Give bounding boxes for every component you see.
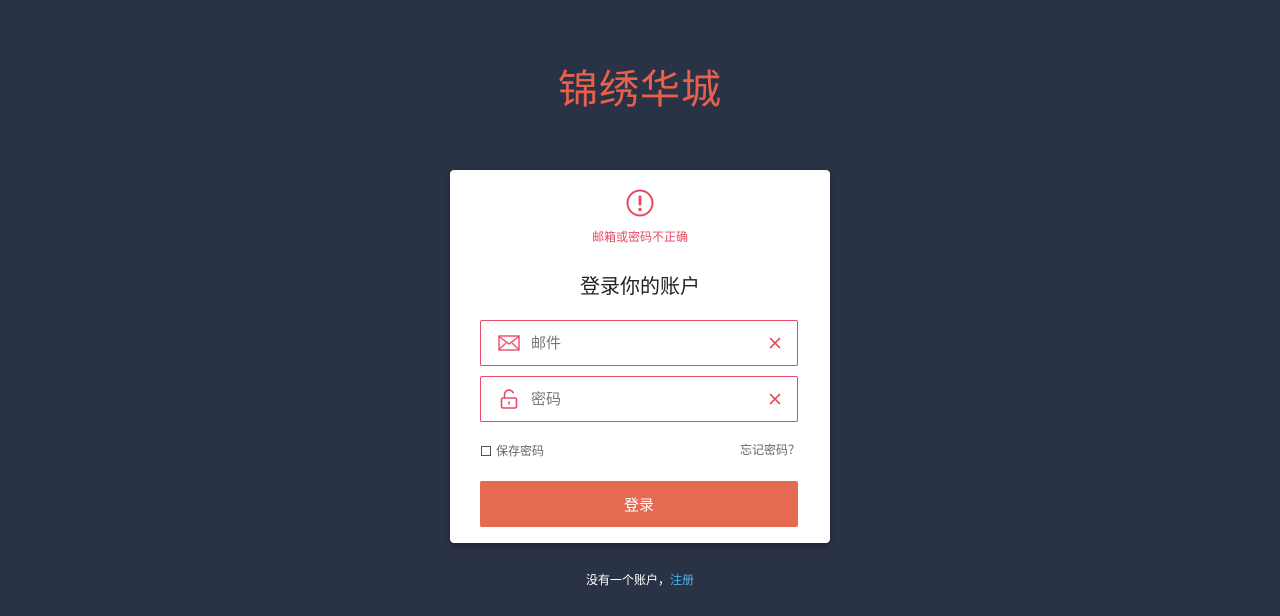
login-button[interactable]: 登录: [480, 481, 798, 527]
register-link[interactable]: 注册: [670, 573, 694, 587]
remember-label: 保存密码: [496, 444, 545, 458]
forgot-password-link[interactable]: 忘记密码？: [740, 441, 800, 458]
brand-title: 锦绣华城: [558, 67, 722, 113]
unlock-icon: [497, 389, 521, 409]
register-prompt: 没有一个账户，注册: [0, 571, 1280, 588]
error-message: 邮箱或密码不正确: [591, 230, 688, 244]
register-prompt-text: 没有一个账户，: [585, 573, 670, 587]
remember-checkbox[interactable]: [481, 445, 491, 456]
password-input[interactable]: [529, 378, 768, 420]
email-input[interactable]: [529, 322, 768, 364]
envelope-icon: [497, 333, 521, 353]
exclamation-circle-icon: [626, 189, 654, 217]
email-field[interactable]: [480, 320, 798, 366]
password-field[interactable]: [480, 376, 798, 422]
clear-email-icon[interactable]: [768, 336, 782, 350]
remember-password[interactable]: 保存密码: [481, 442, 544, 459]
login-card: 邮箱或密码不正确 登录你的账户 邮件 保存密码 忘记密码？ 登录: [450, 170, 830, 543]
login-title: 登录你的账户: [580, 274, 700, 298]
clear-password-icon[interactable]: [768, 392, 782, 406]
